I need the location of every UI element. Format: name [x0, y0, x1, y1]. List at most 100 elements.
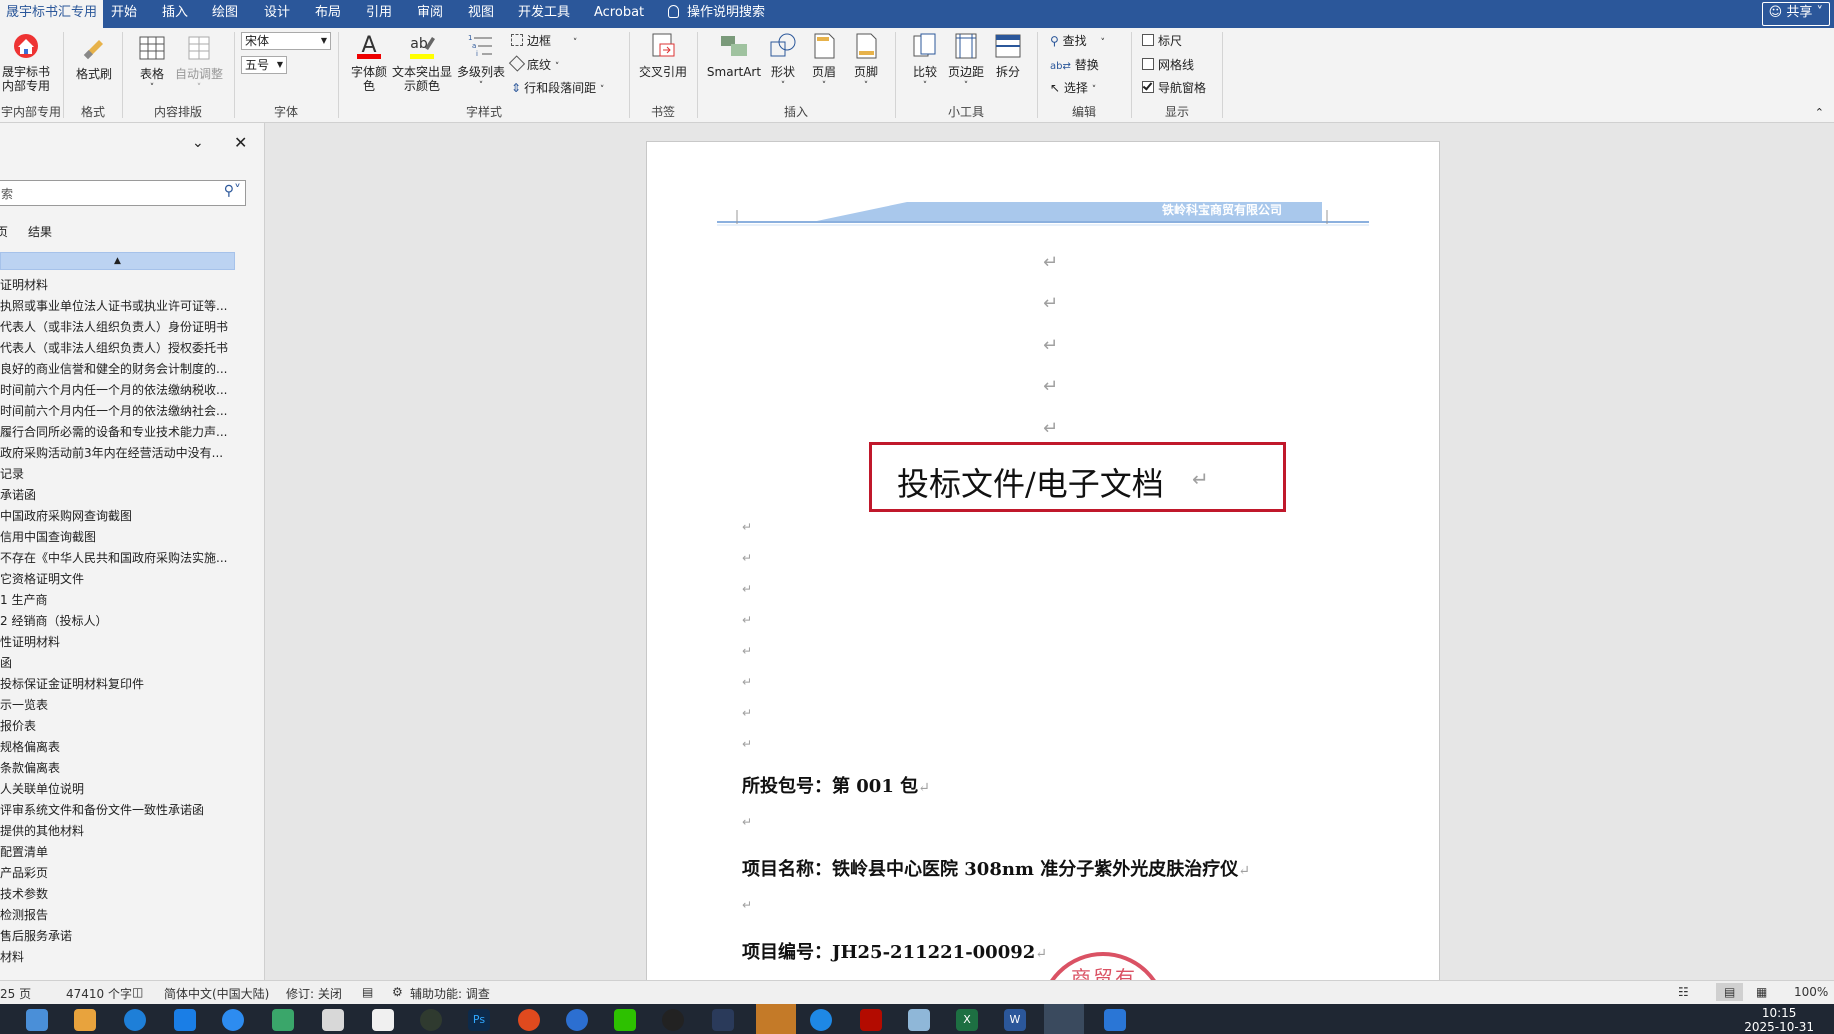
- footer-button[interactable]: 页脚 ˅: [848, 32, 884, 93]
- file-explorer-icon[interactable]: [74, 1009, 96, 1031]
- app-icon[interactable]: [566, 1009, 588, 1031]
- ruler-checkbox[interactable]: 标尺: [1142, 33, 1182, 49]
- macro-icon[interactable]: ▤: [362, 985, 373, 999]
- line-spacing-button[interactable]: ⇕ 行和段落间距 ˅: [511, 80, 604, 98]
- nav-heading-item[interactable]: 提供的其他材料: [0, 822, 240, 840]
- scroll-up-button[interactable]: ▲: [0, 252, 235, 270]
- smartart-button[interactable]: SmartArt: [704, 32, 764, 79]
- read-mode-icon[interactable]: ☷: [1678, 985, 1689, 999]
- highlight-button[interactable]: ab 文本突出显 示颜色: [391, 32, 453, 93]
- nav-heading-item[interactable]: 承诺函: [0, 486, 240, 504]
- word-count[interactable]: 47410 个字: [66, 985, 132, 1002]
- app-icon[interactable]: [222, 1009, 244, 1031]
- find-button[interactable]: ⚲ 查找 ˅: [1050, 33, 1105, 51]
- app-icon[interactable]: [1104, 1009, 1126, 1031]
- close-icon[interactable]: ✕: [234, 133, 247, 152]
- app-icon[interactable]: [420, 1009, 442, 1031]
- margins-button[interactable]: 页边距 ˅: [946, 32, 986, 93]
- nav-heading-item[interactable]: 配置清单: [0, 843, 240, 861]
- nav-heading-item[interactable]: 人关联单位说明: [0, 780, 240, 798]
- qq-icon[interactable]: [662, 1009, 684, 1031]
- nav-heading-item[interactable]: 2 经销商（投标人）: [0, 612, 240, 630]
- word-icon[interactable]: W: [1004, 1009, 1026, 1031]
- select-button[interactable]: ↖ 选择 ˅: [1050, 80, 1096, 98]
- nav-heading-item[interactable]: 售后服务承诺: [0, 927, 240, 945]
- acrobat-icon[interactable]: [860, 1009, 882, 1031]
- header-button[interactable]: 页眉 ˅: [806, 32, 842, 93]
- replace-button[interactable]: ab⇄ 替换: [1050, 57, 1099, 75]
- tab-layout[interactable]: 布局: [315, 0, 341, 28]
- photoshop-icon[interactable]: Ps: [468, 1009, 490, 1031]
- font-color-button[interactable]: A 字体颜 色: [349, 32, 389, 93]
- nav-heading-item[interactable]: 中国政府采购网查询截图: [0, 507, 240, 525]
- tab-results[interactable]: 结果: [28, 223, 52, 240]
- nav-heading-item[interactable]: 信用中国查询截图: [0, 528, 240, 546]
- wechat-icon[interactable]: [614, 1009, 636, 1031]
- nav-heading-item[interactable]: 时间前六个月内任一个月的依法缴纳税收...: [0, 381, 240, 399]
- tab-insert[interactable]: 插入: [162, 0, 188, 28]
- nav-heading-item[interactable]: 材料: [0, 948, 240, 966]
- tab-draw[interactable]: 绘图: [212, 0, 238, 28]
- nav-heading-item[interactable]: 函: [0, 654, 240, 672]
- nav-heading-item[interactable]: 评审系统文件和备份文件一致性承诺函: [0, 801, 240, 819]
- nav-heading-item[interactable]: 检测报告: [0, 906, 240, 924]
- tab-acrobat[interactable]: Acrobat: [594, 0, 644, 28]
- app-icon[interactable]: [908, 1009, 930, 1031]
- tab-developer[interactable]: 开发工具: [518, 0, 570, 28]
- proofing-icon[interactable]: ◫: [132, 985, 143, 999]
- active-app-icon[interactable]: [1044, 1004, 1084, 1034]
- app-icon[interactable]: [124, 1009, 146, 1031]
- app-icon[interactable]: [810, 1009, 832, 1031]
- nav-heading-item[interactable]: 代表人（或非法人组织负责人）身份证明书: [0, 318, 240, 336]
- language-indicator[interactable]: 简体中文(中国大陆): [164, 985, 269, 1002]
- nav-heading-item[interactable]: 时间前六个月内任一个月的依法缴纳社会...: [0, 402, 240, 420]
- app-icon[interactable]: [712, 1009, 734, 1031]
- zoom-level[interactable]: 100%: [1794, 985, 1828, 999]
- nav-heading-item[interactable]: 条款偏离表: [0, 759, 240, 777]
- page-count[interactable]: 25 页: [0, 985, 31, 1002]
- document-icon[interactable]: [372, 1009, 394, 1031]
- split-button[interactable]: 拆分: [988, 32, 1028, 79]
- nav-heading-item[interactable]: 技术参数: [0, 885, 240, 903]
- nav-heading-item[interactable]: 不存在《中华人民共和国政府采购法实施...: [0, 549, 240, 567]
- nav-heading-item[interactable]: 报价表: [0, 717, 240, 735]
- tab-custom[interactable]: 晟宇标书汇专用: [0, 0, 104, 28]
- font-size-select[interactable]: 五号 ▼: [241, 56, 287, 74]
- border-button[interactable]: 边框 ˅: [511, 33, 577, 51]
- tab-view[interactable]: 视图: [468, 0, 494, 28]
- tab-review[interactable]: 审阅: [417, 0, 443, 28]
- gridlines-checkbox[interactable]: 网格线: [1142, 57, 1194, 73]
- active-app-icon[interactable]: [756, 1004, 796, 1034]
- tell-me-search[interactable]: 操作说明搜索: [668, 0, 765, 28]
- app-icon[interactable]: [174, 1009, 196, 1031]
- multilevel-list-button[interactable]: 1ai 多级列表 ˅: [455, 32, 507, 93]
- search-icon[interactable]: ⚲˅: [224, 183, 241, 199]
- nav-heading-item[interactable]: 1 生产商: [0, 591, 240, 609]
- accessibility-status[interactable]: 辅助功能: 调查: [410, 985, 490, 1002]
- nav-search-input[interactable]: 索 ⚲˅: [0, 180, 246, 206]
- app-icon[interactable]: [518, 1009, 540, 1031]
- nav-heading-item[interactable]: 政府采购活动前3年内在经营活动中没有...: [0, 444, 240, 462]
- custom-tool-button[interactable]: 晟宇标书 内部专用: [0, 32, 52, 93]
- navigation-pane-checkbox[interactable]: 导航窗格: [1142, 80, 1206, 96]
- tab-pages[interactable]: 页: [0, 223, 8, 240]
- nav-heading-item[interactable]: 产品彩页: [0, 864, 240, 882]
- print-layout-icon[interactable]: ▤: [1716, 983, 1744, 1001]
- cross-reference-button[interactable]: 交叉引用: [636, 32, 690, 79]
- system-clock[interactable]: 10:15 2025-10-31: [1744, 1006, 1814, 1034]
- tab-design[interactable]: 设计: [264, 0, 290, 28]
- app-icon[interactable]: [272, 1009, 294, 1031]
- autofit-button[interactable]: 自动调整 ˅: [172, 34, 226, 95]
- collapse-ribbon-icon[interactable]: ⌃: [1815, 106, 1824, 119]
- nav-heading-item[interactable]: 示一览表: [0, 696, 240, 714]
- nav-heading-item[interactable]: 性证明材料: [0, 633, 240, 651]
- chevron-down-icon[interactable]: ⌄: [192, 135, 204, 151]
- shading-button[interactable]: 底纹 ˅: [508, 55, 559, 75]
- nav-heading-item[interactable]: 它资格证明文件: [0, 570, 240, 588]
- track-changes-status[interactable]: 修订: 关闭: [286, 985, 342, 1002]
- web-layout-icon[interactable]: ▦: [1756, 985, 1767, 999]
- table-button[interactable]: 表格 ˅: [132, 34, 172, 95]
- document-page[interactable]: 铁岭科宝商贸有限公司 ↵ ↵ ↵ ↵ ↵ 投标文件/电子文档 ↵ ↵ ↵ ↵ ↵…: [646, 141, 1440, 980]
- font-name-select[interactable]: 宋体 ▼: [241, 32, 331, 50]
- document-area[interactable]: 铁岭科宝商贸有限公司 ↵ ↵ ↵ ↵ ↵ 投标文件/电子文档 ↵ ↵ ↵ ↵ ↵…: [265, 123, 1834, 980]
